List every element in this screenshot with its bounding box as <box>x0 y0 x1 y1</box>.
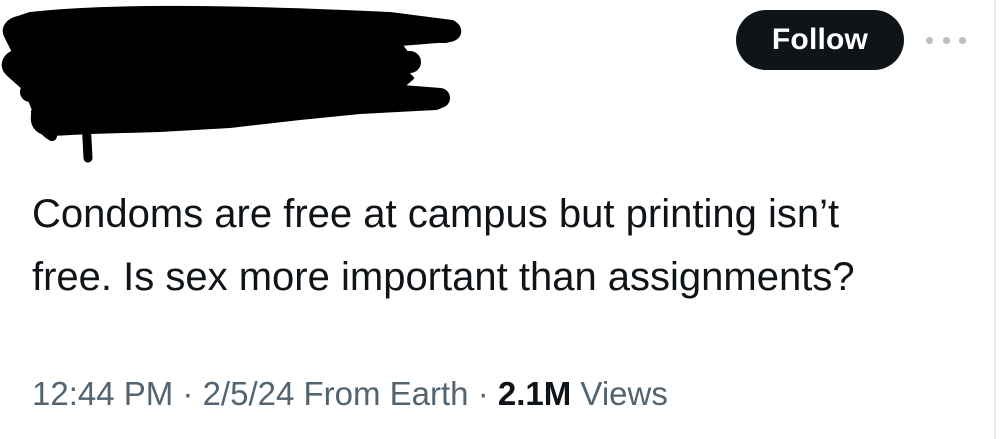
follow-button[interactable]: Follow <box>736 10 904 70</box>
tweet-date[interactable]: 2/5/24 <box>203 375 295 412</box>
tweet-source: From Earth <box>294 375 469 412</box>
views-label[interactable]: Views <box>571 375 667 412</box>
tweet-time[interactable]: 12:44 PM <box>32 375 173 412</box>
tweet-text: Condoms are free at campus but printing … <box>32 183 972 309</box>
tweet-text-line-1: Condoms are free at campus but printing … <box>32 192 840 236</box>
more-dot <box>942 36 950 44</box>
meta-separator: · <box>173 375 203 412</box>
meta-separator: · <box>468 375 498 412</box>
tweet-meta: 12:44 PM · 2/5/24 From Earth · 2.1M View… <box>32 370 668 418</box>
redacted-author-info <box>1 5 462 163</box>
more-dot <box>959 36 966 44</box>
tweet-text-line-2: free. Is sex more important than assignm… <box>32 255 855 299</box>
more-dots-icon[interactable] <box>926 31 966 49</box>
views-count[interactable]: 2.1M <box>498 375 571 412</box>
right-border <box>994 0 996 439</box>
more-dot <box>926 36 933 44</box>
